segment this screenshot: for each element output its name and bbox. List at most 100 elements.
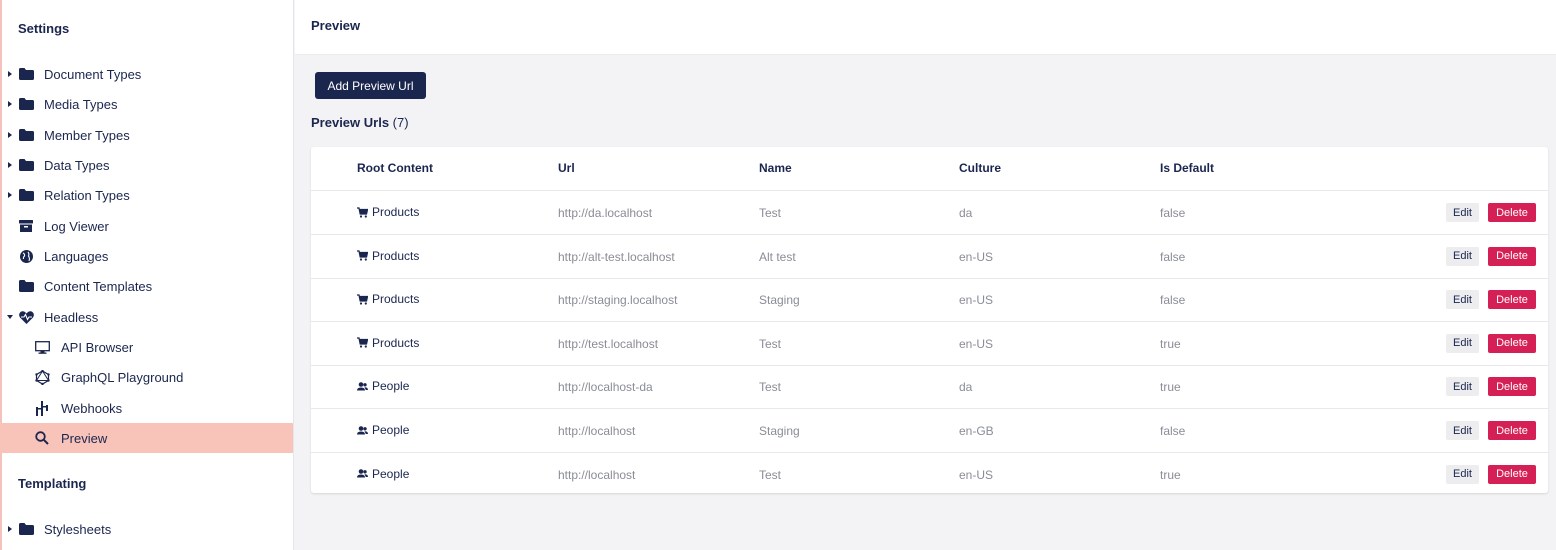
culture-cell: da <box>959 380 973 395</box>
edit-button[interactable]: Edit <box>1446 377 1479 397</box>
name-cell: Staging <box>759 424 800 438</box>
sidebar-item-stylesheets[interactable]: Stylesheets <box>0 514 293 544</box>
delete-button[interactable]: Delete <box>1488 464 1536 484</box>
is-default-cell: false <box>1160 206 1186 220</box>
delete-button[interactable]: Delete <box>1488 333 1536 353</box>
caret-right-icon[interactable] <box>8 192 12 198</box>
url-cell: http://da.localhost <box>558 206 653 220</box>
sidebar-item-api-browser[interactable]: API Browser <box>0 332 293 362</box>
caret-right-icon[interactable] <box>8 71 12 77</box>
folder-icon <box>18 521 34 537</box>
folder-icon <box>18 66 34 82</box>
sidebar-item-label: Data Types <box>44 157 110 173</box>
sidebar-item-member-types[interactable]: Member Types <box>0 120 293 150</box>
name-cell: Test <box>759 206 782 220</box>
sidebar-item-log-viewer[interactable]: Log Viewer <box>0 211 293 241</box>
root-content-label: People <box>372 423 410 437</box>
url-cell: http://localhost-da <box>558 380 653 395</box>
graphql-icon <box>34 369 50 385</box>
culture-cell: en-US <box>959 249 994 264</box>
caret-right-icon[interactable] <box>8 526 12 532</box>
root-content-cell: Products <box>357 205 419 219</box>
column-header-root-content: Root Content <box>357 161 433 175</box>
root-content-cell: Products <box>357 249 419 263</box>
sidebar-item-label: Preview <box>61 430 108 446</box>
heart-icon <box>18 309 34 325</box>
sidebar-item-data-types[interactable]: Data Types <box>0 150 293 180</box>
sidebar-item-label: Headless <box>44 309 99 325</box>
sidebar-item-graphql-playground[interactable]: GraphQL Playground <box>0 362 293 392</box>
sidebar-item-preview[interactable]: Preview <box>0 423 293 453</box>
column-header-name: Name <box>759 161 792 175</box>
sidebar-item-media-types[interactable]: Media Types <box>0 89 293 119</box>
cart-icon <box>357 250 368 261</box>
monitor-icon <box>34 339 50 355</box>
is-default-cell: false <box>1160 424 1186 438</box>
header-bar: Preview <box>295 0 1556 55</box>
culture-cell: en-GB <box>959 424 994 438</box>
root-content-label: Products <box>372 205 420 219</box>
caret-down-icon[interactable] <box>7 315 13 319</box>
edit-button[interactable]: Edit <box>1446 203 1479 222</box>
caret-right-icon[interactable] <box>8 162 12 168</box>
sidebar-item-content-templates[interactable]: Content Templates <box>0 271 293 301</box>
table-row: Products http://staging.localhost Stagin… <box>311 278 1548 323</box>
people-icon <box>357 425 368 436</box>
root-content-label: Products <box>372 248 420 263</box>
sidebar-item-label: Webhooks <box>61 400 123 416</box>
url-cell: http://localhost <box>558 424 636 438</box>
name-cell: Staging <box>759 293 800 308</box>
caret-right-icon[interactable] <box>8 101 12 107</box>
is-default-cell: false <box>1160 293 1186 308</box>
people-icon <box>357 468 368 479</box>
delete-button[interactable]: Delete <box>1488 421 1536 440</box>
root-content-label: People <box>372 466 410 481</box>
edit-button[interactable]: Edit <box>1446 290 1479 310</box>
list-title: Preview Urls (7) <box>311 115 409 130</box>
is-default-cell: true <box>1160 467 1181 482</box>
delete-button[interactable]: Delete <box>1488 246 1536 266</box>
culture-cell: en-US <box>959 336 994 351</box>
sidebar-item-label: Relation Types <box>44 187 130 203</box>
url-cell: http://localhost <box>558 467 636 482</box>
delete-button[interactable]: Delete <box>1488 203 1536 222</box>
table-row: People http://localhost Test en-US true … <box>311 453 1548 496</box>
sidebar-item-label: Document Types <box>44 66 142 82</box>
column-header-culture: Culture <box>959 161 1001 175</box>
table-row: Products http://test.localhost Test en-U… <box>311 322 1548 366</box>
globe-icon <box>18 248 34 264</box>
name-cell: Test <box>759 336 782 351</box>
edit-button[interactable]: Edit <box>1446 464 1479 484</box>
table-row: People http://localhost Staging en-GB fa… <box>311 409 1548 453</box>
edit-button[interactable]: Edit <box>1446 421 1479 440</box>
caret-right-icon[interactable] <box>8 132 12 138</box>
root-content-cell: People <box>357 379 409 393</box>
root-content-cell: People <box>357 423 409 437</box>
sidebar-item-label: Log Viewer <box>44 218 109 234</box>
sidebar-item-label: Media Types <box>44 96 118 112</box>
cart-icon <box>357 337 368 348</box>
delete-button[interactable]: Delete <box>1488 290 1536 310</box>
webhook-icon <box>34 400 50 416</box>
add-preview-url-button[interactable]: Add Preview Url <box>315 72 426 99</box>
folder-icon <box>18 187 34 203</box>
root-content-cell: Products <box>357 292 419 306</box>
settings-section-title: Settings <box>18 21 70 36</box>
sidebar-item-webhooks[interactable]: Webhooks <box>0 393 293 423</box>
sidebar-item-languages[interactable]: Languages <box>0 241 293 271</box>
sidebar-item-document-types[interactable]: Document Types <box>0 59 293 89</box>
column-header-is-default: Is Default <box>1160 161 1215 175</box>
delete-button[interactable]: Delete <box>1488 377 1536 397</box>
sidebar-item-headless[interactable]: Headless <box>0 302 293 332</box>
is-default-cell: true <box>1160 336 1181 351</box>
edit-button[interactable]: Edit <box>1446 333 1479 353</box>
name-cell: Alt test <box>759 249 796 264</box>
page-title: Preview <box>311 18 361 33</box>
edit-button[interactable]: Edit <box>1446 246 1479 266</box>
sidebar-item-label: GraphQL Playground <box>61 369 184 385</box>
name-cell: Test <box>759 380 782 395</box>
list-title-text: Preview Urls <box>311 115 390 130</box>
sidebar: Settings Document Types Media Types Memb… <box>0 0 294 550</box>
sidebar-item-relation-types[interactable]: Relation Types <box>0 180 293 210</box>
folder-icon <box>18 157 34 173</box>
